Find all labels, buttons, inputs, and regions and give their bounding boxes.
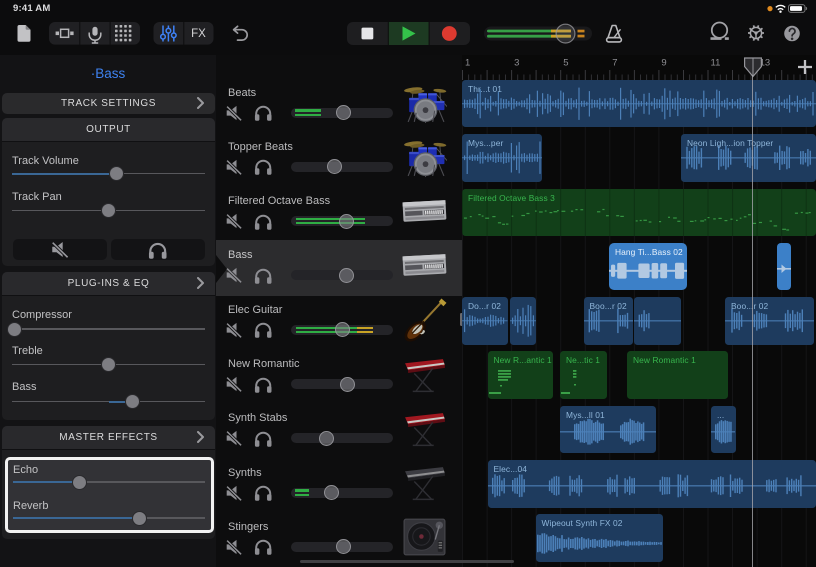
svg-text:1: 1 [465,58,470,69]
svg-text:3: 3 [514,58,519,69]
svg-text:11: 11 [711,58,721,69]
svg-text:9: 9 [661,58,666,69]
svg-text:5: 5 [563,58,568,69]
svg-text:7: 7 [612,58,617,69]
